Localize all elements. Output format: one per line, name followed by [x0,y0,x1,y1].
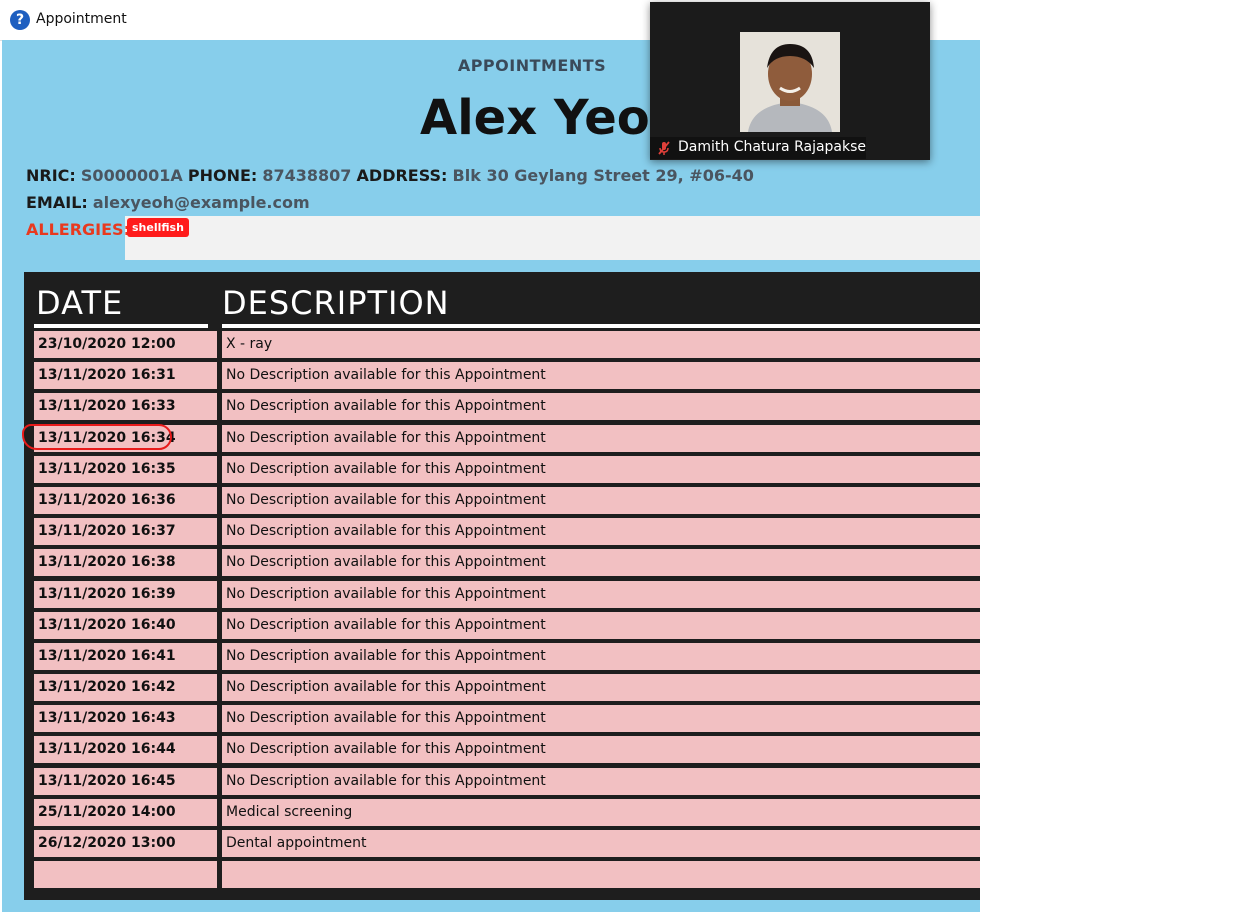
table-row[interactable]: 13/11/2020 16:37 No Description available… [34,516,980,547]
appointment-description-cell: No Description available for this Appoin… [222,611,980,639]
table-row[interactable] [34,859,980,890]
table-body: 23/10/2020 12:00 X - ray 13/11/2020 16:31 N… [34,329,980,890]
table-row[interactable]: 13/11/2020 16:45 No Description available… [34,766,980,797]
table-row[interactable]: 13/11/2020 16:42 No Description available… [34,672,980,703]
appointment-date-cell: 13/11/2020 16:43 [34,705,217,733]
column-header-description[interactable]: DESCRIPTION [222,284,450,322]
participant-photo [740,32,840,132]
appointment-description-cell: No Description available for this Appoin… [222,736,980,764]
table-row[interactable]: 13/11/2020 16:38 No Description available… [34,547,980,578]
appointment-date-cell: 13/11/2020 16:37 [34,518,217,546]
appointment-date-cell: 25/11/2020 14:00 [34,798,217,826]
table-row[interactable]: 26/12/2020 13:00 Dental appointment [34,828,980,859]
appointment-description-cell: No Description available for this Appoin… [222,767,980,795]
appointment-date-cell: 13/11/2020 16:45 [34,767,217,795]
appointment-date-cell: 13/11/2020 16:35 [34,455,217,483]
participant-name: Damith Chatura Rajapakse [678,139,867,155]
participant-name-bar: Damith Chatura Rajapakse [650,137,866,159]
appointment-description-cell: Dental appointment [222,830,980,857]
table-row[interactable]: 13/11/2020 16:34 No Description available… [34,423,980,454]
appointment-date-cell: 26/12/2020 13:00 [34,830,217,857]
window-title: Appointment [36,11,127,27]
table-row[interactable]: 13/11/2020 16:40 No Description available… [34,610,980,641]
allergies-line: ALLERGIES: [26,220,130,239]
appointment-date-cell: 13/11/2020 16:31 [34,362,217,390]
contact-line: NRIC: S0000001A PHONE: 87438807 ADDRESS:… [26,166,754,185]
table-row[interactable]: 13/11/2020 16:31 No Description available… [34,360,980,391]
header-divider [222,324,980,328]
appointment-date-cell: 23/10/2020 12:00 [34,331,217,358]
help-question-icon: ? [10,10,30,30]
appointment-description-cell [222,861,980,889]
appointment-date-cell [34,861,217,889]
table-row[interactable]: 13/11/2020 16:35 No Description available… [34,454,980,485]
allergy-box [125,216,980,260]
appointment-description-cell: No Description available for this Appoin… [222,424,980,452]
header-divider [34,324,208,328]
appointment-description-cell: No Description available for this Appoin… [222,362,980,390]
table-row[interactable]: 25/11/2020 14:00 Medical screening [34,797,980,828]
phone-value: 87438807 [262,166,352,185]
appointment-description-cell: No Description available for this Appoin… [222,455,980,483]
column-header-date[interactable]: DATE [36,284,123,322]
appointment-description-cell: No Description available for this Appoin… [222,393,980,421]
email-value: alexyeoh@example.com [92,193,310,212]
appointment-date-cell: 13/11/2020 16:33 [34,393,217,421]
appointment-date-cell: 13/11/2020 16:42 [34,674,217,702]
video-call-overlay[interactable]: Damith Chatura Rajapakse [650,2,930,160]
email-label: EMAIL: [26,193,88,212]
patient-panel: APPOINTMENTS Alex Yeoh NRIC: S0000001A P… [2,40,980,912]
appointment-description-cell: Medical screening [222,798,980,826]
appointment-description-cell: No Description available for this Appoin… [222,674,980,702]
phone-label: PHONE: [187,166,258,185]
appointment-description-cell: No Description available for this Appoin… [222,549,980,577]
appointment-date-cell: 13/11/2020 16:44 [34,736,217,764]
nric-value: S0000001A [80,166,183,185]
appointment-description-cell: No Description available for this Appoin… [222,705,980,733]
appointment-date-cell: 13/11/2020 16:39 [34,580,217,608]
table-row[interactable]: 13/11/2020 16:44 No Description available… [34,734,980,765]
mic-muted-icon [656,140,672,156]
table-row[interactable]: 13/11/2020 16:36 No Description available… [34,485,980,516]
appointment-description-cell: No Description available for this Appoin… [222,580,980,608]
table-row[interactable]: 13/11/2020 16:39 No Description available… [34,579,980,610]
appointment-table: DATE DESCRIPTION 23/10/2020 12:00 X - ray… [24,272,980,900]
annotation-circle [22,424,172,450]
appointment-date-cell: 13/11/2020 16:38 [34,549,217,577]
table-row[interactable]: 23/10/2020 12:00 X - ray [34,329,980,360]
nric-label: NRIC: [26,166,76,185]
address-label: ADDRESS: [356,166,448,185]
appointment-description-cell: No Description available for this Appoin… [222,486,980,514]
appointment-description-cell: No Description available for this Appoin… [222,518,980,546]
appointment-date-cell: 13/11/2020 16:41 [34,642,217,670]
allergy-tag: shellfish [127,218,189,237]
email-line: EMAIL: alexyeoh@example.com [26,193,310,212]
table-row[interactable]: 13/11/2020 16:41 No Description available… [34,641,980,672]
appointment-date-cell: 13/11/2020 16:40 [34,611,217,639]
table-row[interactable]: 13/11/2020 16:43 No Description available… [34,703,980,734]
table-row[interactable]: 13/11/2020 16:33 No Description available… [34,391,980,422]
allergies-label: ALLERGIES: [26,220,130,239]
appointment-date-cell: 13/11/2020 16:36 [34,486,217,514]
address-value: Blk 30 Geylang Street 29, #06-40 [452,166,754,185]
appointment-description-cell: X - ray [222,331,980,358]
appointment-description-cell: No Description available for this Appoin… [222,642,980,670]
